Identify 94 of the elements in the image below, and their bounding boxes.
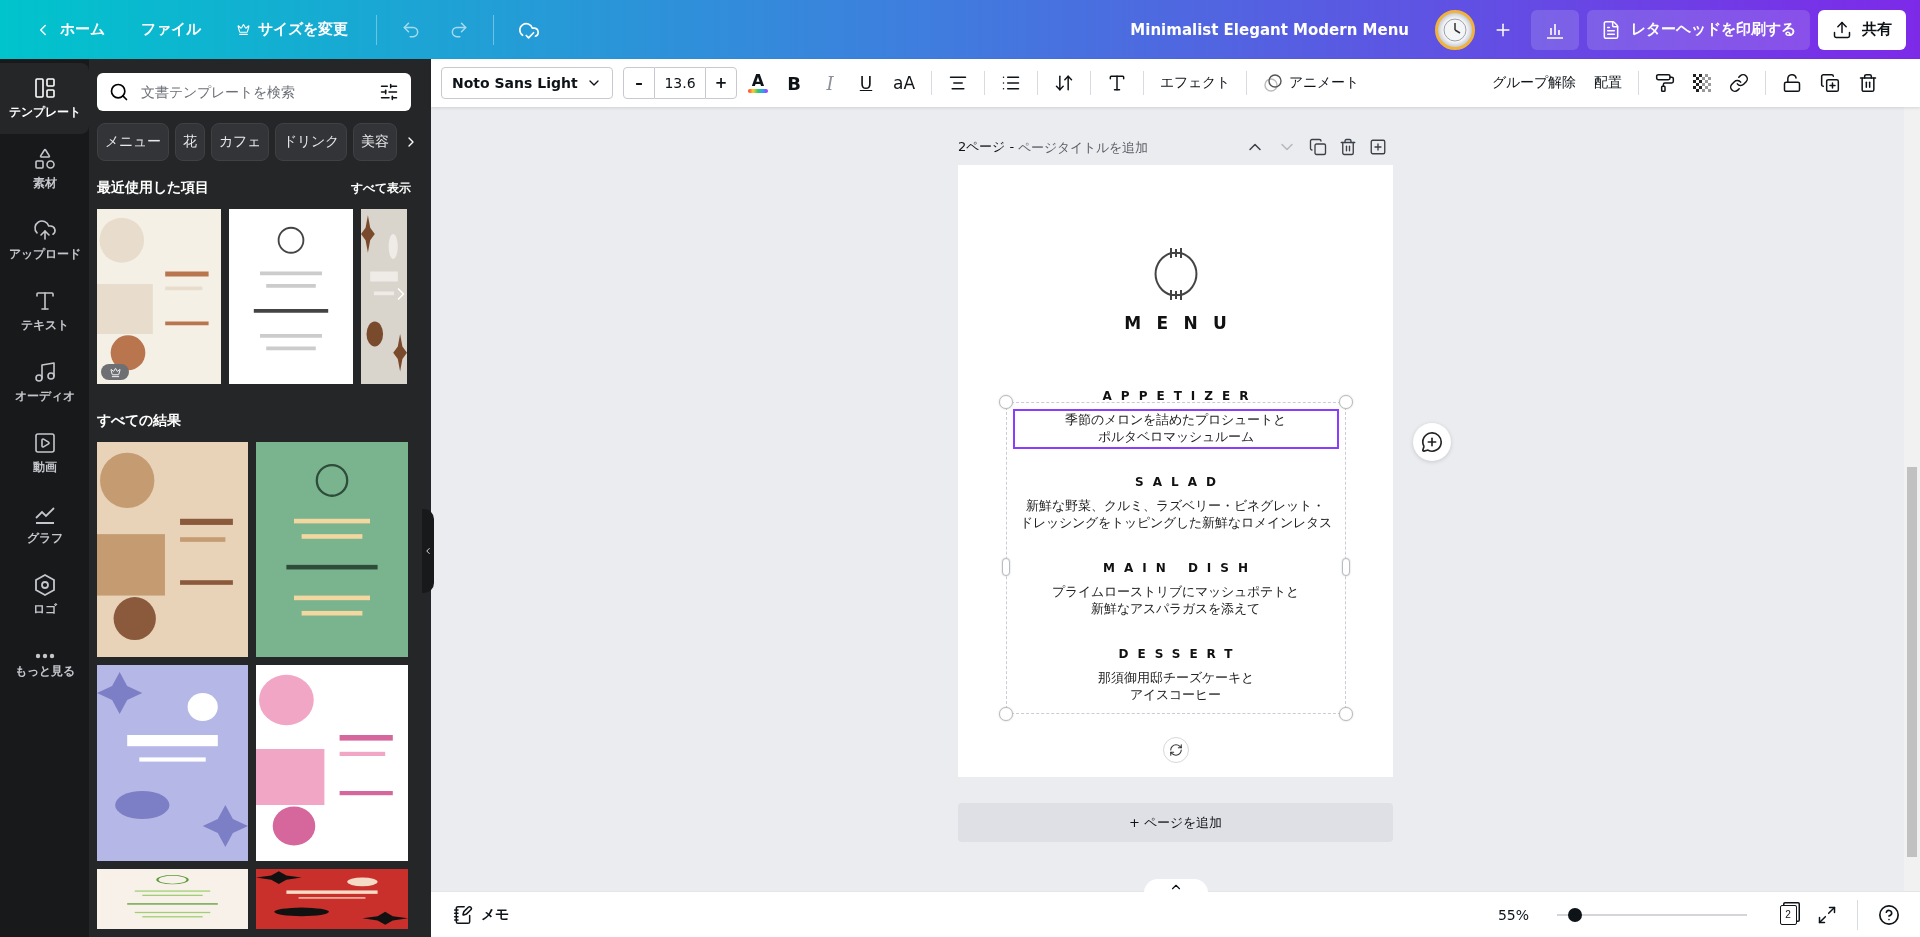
animate-button[interactable]: アニメート: [1257, 67, 1366, 99]
help-icon: [1878, 903, 1900, 926]
notes-button[interactable]: メモ: [447, 903, 515, 926]
sidebar-tab[interactable]: オーディオ: [0, 347, 89, 418]
ungroup-button[interactable]: グループ解除: [1486, 67, 1582, 99]
cloud-upload-icon: [32, 218, 57, 242]
add-comment-button[interactable]: [1413, 423, 1451, 461]
menu-section-heading[interactable]: MAIN DISH: [1103, 561, 1257, 575]
shapes-icon: [32, 147, 57, 171]
page-count-button[interactable]: 2: [1773, 899, 1803, 930]
collapse-panel-button[interactable]: [422, 509, 434, 593]
page-title-field[interactable]: ページタイトルを追加: [1018, 139, 1239, 155]
rotate-button[interactable]: [1162, 737, 1189, 763]
resize-handle[interactable]: [998, 707, 1013, 721]
page-number: 2ページ -: [958, 138, 1016, 156]
checkerboard-icon: [1693, 74, 1711, 92]
share-button[interactable]: 共有: [1818, 9, 1906, 50]
underline-button[interactable]: U: [851, 67, 881, 99]
search-bar[interactable]: 文書テンプレートを検索: [97, 73, 411, 111]
slider-thumb[interactable]: [1567, 907, 1582, 922]
chevron-left-icon: [423, 546, 433, 556]
sidebar-tab[interactable]: もっと見る: [0, 631, 89, 702]
rotate-icon: [1168, 743, 1183, 757]
menu-title[interactable]: MENU: [1124, 313, 1243, 333]
menu-item-description[interactable]: 那須御用邸チーズケーキと アイスコーヒー: [1012, 667, 1339, 707]
menu-section-heading[interactable]: DESSERT: [1118, 647, 1242, 661]
document-icon: [1601, 19, 1621, 40]
sidebar-tab[interactable]: テンプレート: [0, 63, 89, 134]
see-all-link[interactable]: すべて表示: [351, 179, 411, 197]
category-chip[interactable]: 美容: [353, 123, 397, 161]
letter-case-button[interactable]: aA: [887, 67, 922, 99]
align-center-icon: [948, 73, 969, 93]
decrease-size-button[interactable]: –: [623, 67, 655, 99]
resize-handle[interactable]: [998, 395, 1013, 409]
resize-handle[interactable]: [1338, 395, 1353, 409]
unlock-icon: [1782, 73, 1802, 93]
trash-icon: [1858, 73, 1878, 93]
link-icon: [1729, 73, 1749, 93]
filter-icon: [379, 82, 399, 102]
text-color-button[interactable]: A: [743, 67, 773, 99]
bold-button[interactable]: B: [779, 67, 809, 99]
paint-roller-icon: [1655, 73, 1675, 93]
add-page-button[interactable]: + ページを追加: [958, 803, 1393, 842]
share-icon: [1832, 19, 1852, 40]
sidebar-tab[interactable]: 動画: [0, 418, 89, 489]
category-chip[interactable]: カフェ: [211, 123, 269, 161]
expand-icon: [1817, 904, 1837, 925]
crown-icon: [109, 366, 121, 378]
list-icon: [1001, 73, 1022, 93]
music-icon: [32, 360, 57, 384]
duplicate-icon: [1820, 73, 1840, 93]
resize-handle[interactable]: [1341, 558, 1350, 576]
menu-section-heading[interactable]: APPETIZER: [1102, 389, 1258, 403]
comment-plus-icon: [1421, 431, 1443, 453]
menu-section-heading[interactable]: SALAD: [1135, 475, 1225, 489]
position-button[interactable]: 配置: [1588, 67, 1628, 99]
effects-button[interactable]: エフェクト: [1154, 67, 1237, 99]
resize-handle[interactable]: [1001, 558, 1010, 576]
document-title[interactable]: Minimalist Elegant Modern Menu: [1130, 20, 1409, 39]
section-heading: すべての結果: [97, 412, 181, 430]
layout-icon: [32, 76, 57, 100]
more-icon: [34, 653, 55, 659]
copy-icon: [1309, 138, 1327, 156]
sidebar-tab[interactable]: 素材: [0, 134, 89, 205]
section-heading: 最近使用した項目: [97, 179, 209, 197]
sidebar-tab[interactable]: ロゴ: [0, 560, 89, 631]
filter-button[interactable]: [379, 82, 399, 102]
video-icon: [32, 431, 57, 455]
sidebar-tab[interactable]: テキスト: [0, 276, 89, 347]
crown-icon: [237, 23, 250, 36]
sidebar-tab[interactable]: グラフ: [0, 489, 89, 560]
menu-item-description[interactable]: 新鮮な野菜、クルミ、ラズベリー・ビネグレット・ ドレッシングをトッピングした新鮮なロメインレタス: [1012, 495, 1339, 535]
font-dropdown[interactable]: Noto Sans Light: [441, 67, 613, 99]
increase-size-button[interactable]: +: [705, 67, 737, 99]
sidebar-tab[interactable]: アップロード: [0, 205, 89, 276]
square-plus-icon: [1369, 138, 1387, 156]
print-letterhead-button[interactable]: レターヘッドを印刷する: [1587, 9, 1810, 50]
category-chip[interactable]: 花: [175, 123, 205, 161]
search-icon: [109, 82, 129, 102]
logo-hexagon-icon: [32, 573, 57, 597]
zoom-percentage: 55%: [1497, 906, 1529, 923]
menu-item-description[interactable]: 季節のメロンを詰めたプロシュートと ポルタベロマッシュルーム: [1012, 409, 1339, 449]
font-size-field[interactable]: 13.6: [655, 67, 705, 99]
trash-icon: [1339, 138, 1357, 156]
animate-icon: [1263, 73, 1284, 93]
resize-handle[interactable]: [1338, 707, 1353, 721]
category-chip[interactable]: メニュー: [97, 123, 169, 161]
user-avatar[interactable]: [1435, 9, 1475, 50]
scrollbar[interactable]: [1904, 107, 1920, 891]
menu-item-description[interactable]: プライムローストリブにマッシュポテトと 新鮮なアスパラガスを添えて: [1012, 581, 1339, 621]
notes-icon: [453, 904, 473, 925]
spacing-icon: [1054, 73, 1075, 93]
insights-button[interactable]: [1531, 9, 1579, 50]
category-chip[interactable]: ドリンク: [275, 123, 347, 161]
